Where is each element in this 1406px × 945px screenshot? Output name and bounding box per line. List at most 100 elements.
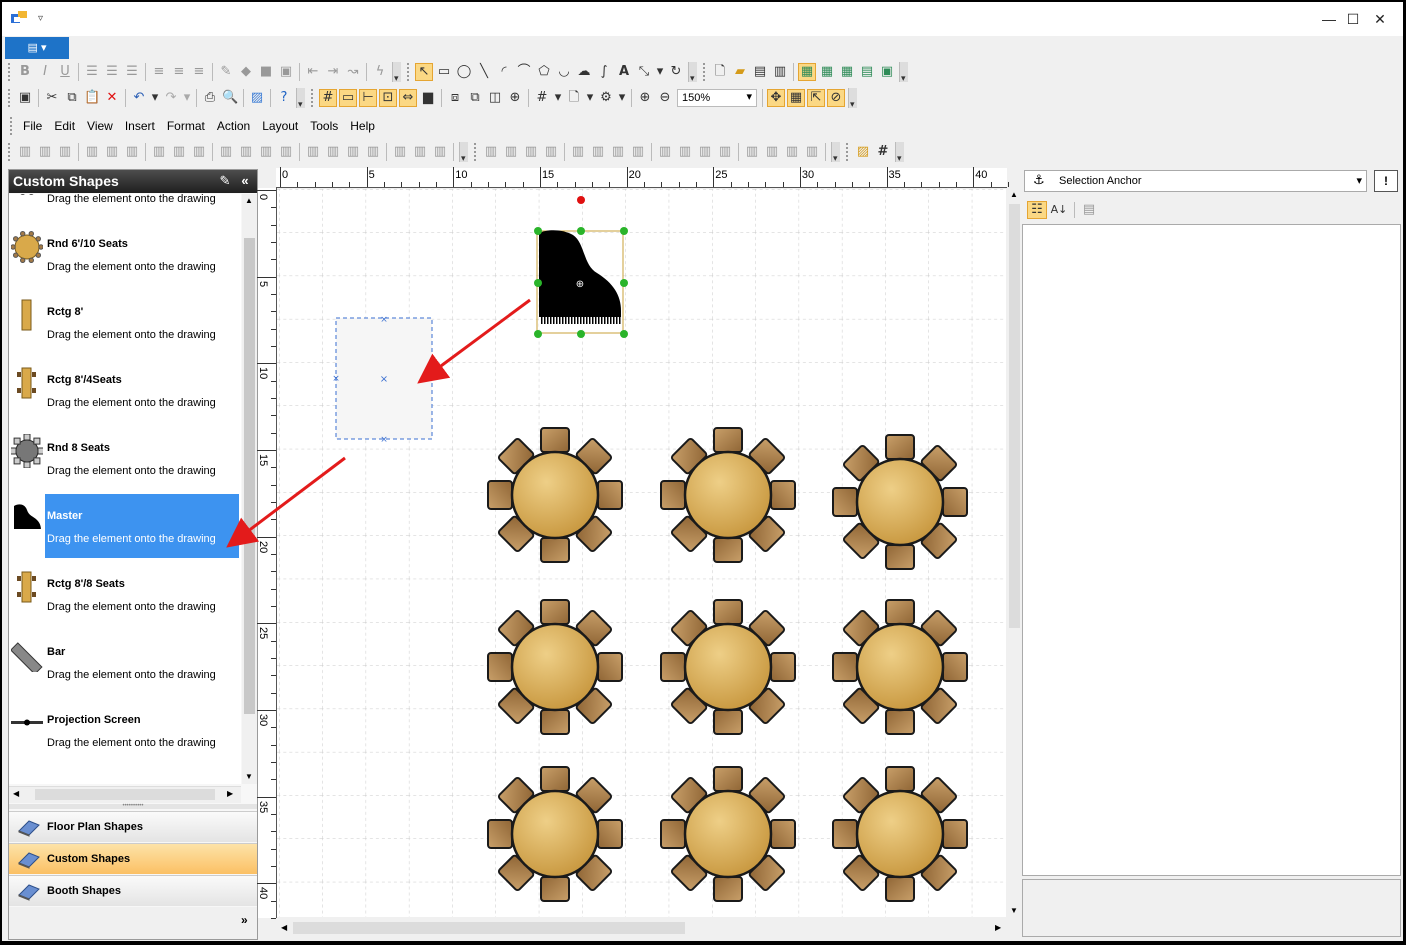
zoom-in-icon[interactable]: ⊕ [637, 90, 653, 106]
copy-icon[interactable]: ⧉ [64, 90, 80, 106]
redo-icon[interactable]: ↷ [163, 90, 179, 106]
same-width-icon[interactable]: ▥ [151, 144, 167, 160]
scroll-right-icon[interactable]: ▶ [227, 789, 233, 798]
layout-2-icon[interactable]: ▦ [819, 64, 835, 80]
rotate-left-icon[interactable]: ▥ [523, 144, 539, 160]
nav-custom-shapes[interactable]: Custom Shapes [9, 843, 257, 874]
italic-button[interactable]: I [37, 64, 53, 80]
align-middles-icon[interactable]: ▥ [104, 144, 120, 160]
image-icon[interactable]: ▨ [855, 144, 871, 160]
send-backward-icon[interactable]: ▥ [630, 144, 646, 160]
align-bottom-edges-icon[interactable]: ▥ [124, 144, 140, 160]
alphabetical-icon[interactable]: A↓ [1050, 202, 1068, 218]
pin-button[interactable]: ! [1374, 170, 1398, 192]
insert-picture-icon[interactable]: ▨ [249, 90, 265, 106]
save-page-icon[interactable]: ▤ [752, 64, 768, 80]
rotate-right-icon[interactable]: ▥ [543, 144, 559, 160]
round-table[interactable] [487, 599, 623, 735]
scroll-down-icon[interactable]: ▼ [1010, 906, 1018, 915]
layout-5-icon[interactable]: ▣ [879, 64, 895, 80]
layout-4-icon[interactable]: ▤ [859, 64, 875, 80]
menu-edit[interactable]: Edit [48, 119, 81, 133]
align-left-icon[interactable]: ☰ [84, 64, 100, 80]
delete-icon[interactable]: ✕ [104, 90, 120, 106]
align-right-edges-icon[interactable]: ▥ [57, 144, 73, 160]
closed-curve-tool-icon[interactable]: ◡ [556, 64, 572, 80]
collapse-panel-icon[interactable]: « [237, 174, 253, 188]
align-middle-icon[interactable]: ≡ [171, 64, 187, 80]
toolbar-grip[interactable] [8, 89, 11, 107]
fill-color-icon[interactable]: ◆ [238, 64, 254, 80]
space-across-inc-icon[interactable]: ▥ [258, 144, 274, 160]
toolbar-overflow-icon[interactable] [296, 88, 305, 110]
zoom-combo[interactable]: 150% ▾ [677, 89, 757, 107]
lightning-icon[interactable]: ϟ [372, 64, 388, 80]
nav-floor-plan-shapes[interactable]: Floor Plan Shapes [9, 811, 257, 842]
menu-view[interactable]: View [81, 119, 119, 133]
round-table[interactable] [660, 766, 796, 902]
scroll-right-icon[interactable]: ▶ [995, 923, 1001, 932]
redo-dropdown-icon[interactable]: ▾ [183, 90, 191, 106]
scroll-thumb[interactable] [1009, 204, 1020, 628]
toolbar-grip[interactable] [8, 63, 11, 81]
same-height-icon[interactable]: ▥ [171, 144, 187, 160]
group-objects-icon[interactable]: ▥ [657, 144, 673, 160]
scroll-up-icon[interactable]: ▲ [1010, 190, 1018, 199]
save-icon[interactable]: ▣ [17, 90, 33, 106]
align-right-icon[interactable]: ☰ [124, 64, 140, 80]
flip-horizontal-icon[interactable]: ▥ [483, 144, 499, 160]
print-preview-icon[interactable]: 🔍 [222, 90, 238, 106]
application-menu-button[interactable]: ▤ ▾ [5, 37, 69, 59]
tab-order-icon[interactable]: ▥ [432, 144, 448, 160]
menu-format[interactable]: Format [161, 119, 211, 133]
round-table[interactable] [832, 434, 968, 570]
scroll-left-icon[interactable]: ◀ [13, 789, 19, 798]
app-icon[interactable] [11, 11, 27, 25]
scroll-thumb[interactable] [35, 789, 215, 800]
scroll-down-icon[interactable]: ▼ [245, 772, 253, 781]
toolbar-overflow-icon[interactable] [459, 142, 468, 164]
ellipse-tool-icon[interactable]: ◯ [456, 64, 472, 80]
minimize-button[interactable]: — [1318, 10, 1340, 28]
property-grid[interactable] [1022, 224, 1401, 876]
resize-handle[interactable] [620, 227, 628, 235]
align-bottom-icon[interactable]: ≡ [191, 64, 207, 80]
menu-help[interactable]: Help [344, 119, 381, 133]
shape-list-horizontal-scrollbar[interactable]: ◀ ▶ [9, 786, 241, 803]
rotate-handle[interactable] [577, 196, 585, 204]
space-down-inc-icon[interactable]: ▥ [345, 144, 361, 160]
categorized-button[interactable]: ☷ [1027, 201, 1047, 219]
close-button[interactable]: ✕ [1369, 10, 1391, 28]
lock-icon[interactable]: ▥ [697, 144, 713, 160]
edit-shapes-icon[interactable]: ✎ [217, 174, 233, 188]
underline-button[interactable]: U [57, 64, 73, 80]
maximize-button[interactable]: ☐ [1342, 10, 1364, 28]
drawing-surface[interactable]: ⊕ × × × × [277, 189, 1006, 917]
arc-tool-icon[interactable]: ◜ [496, 64, 512, 80]
resize-handle[interactable] [620, 279, 628, 287]
connector-tool-icon[interactable]: ⤡ [636, 64, 652, 80]
shadow-icon[interactable]: ■ [258, 64, 274, 80]
connector-dropdown-icon[interactable]: ▾ [656, 64, 664, 80]
toolbar-overflow-icon[interactable] [392, 62, 401, 84]
align-top-edges-icon[interactable]: ▥ [84, 144, 100, 160]
align-centers-icon[interactable]: ▥ [37, 144, 53, 160]
print-icon[interactable]: ⎙ [202, 90, 218, 106]
menu-layout[interactable]: Layout [256, 119, 304, 133]
table-tool-button[interactable]: ▦ [787, 89, 805, 107]
fit-page-button[interactable]: ⇔ [399, 89, 417, 107]
align-center-icon[interactable]: ☰ [104, 64, 120, 80]
text-tool-button[interactable]: A [616, 64, 632, 80]
send-back-icon[interactable]: ▥ [590, 144, 606, 160]
ungroup-objects-icon[interactable]: ▥ [677, 144, 693, 160]
splitter-grip[interactable]: •••••••••• [9, 803, 257, 809]
order-down-icon[interactable]: ▥ [804, 144, 820, 160]
canvas-vertical-scrollbar[interactable]: ▲ ▼ [1006, 188, 1023, 918]
page-setup-icon[interactable]: ▥ [772, 64, 788, 80]
drawing-canvas[interactable]: ⊕ × × × × [277, 189, 1006, 917]
property-pages-icon[interactable]: ▤ [1080, 202, 1098, 218]
space-down-icon[interactable]: ▥ [305, 144, 321, 160]
align-left-edges-icon[interactable]: ▥ [17, 144, 33, 160]
scroll-thumb[interactable] [293, 922, 685, 934]
line-end-icon[interactable]: ⇥ [325, 64, 341, 80]
